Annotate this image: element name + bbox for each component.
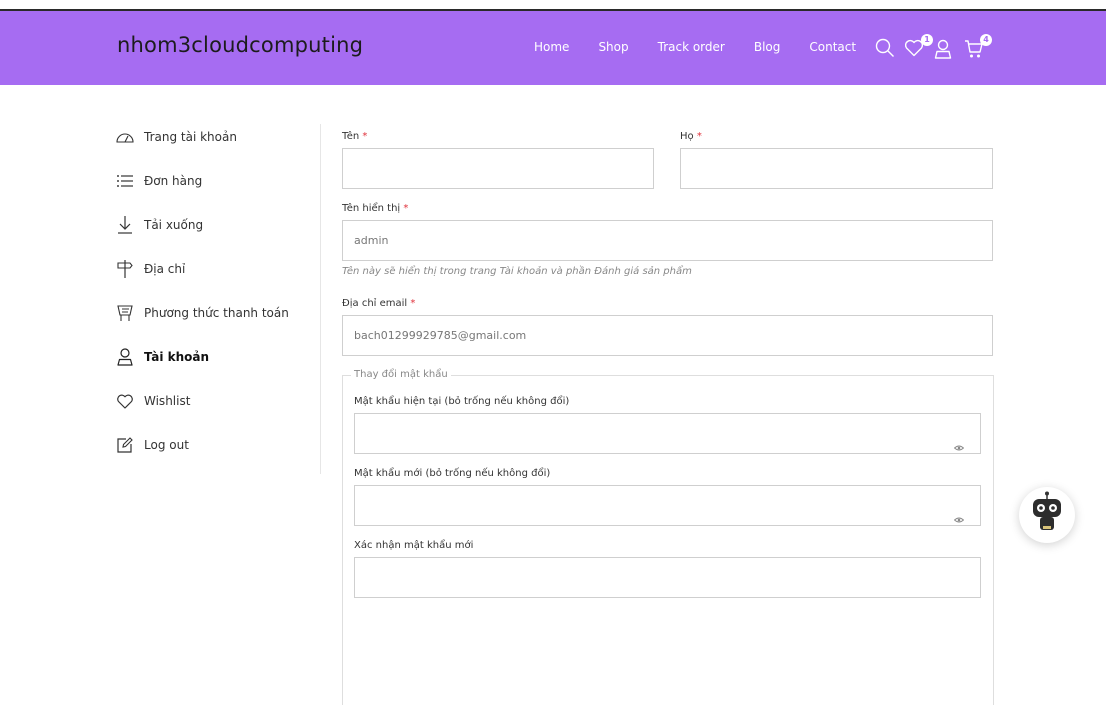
cart-count-badge: 4 (980, 34, 992, 46)
last-name-field[interactable] (680, 148, 993, 189)
current-password-field[interactable] (354, 413, 981, 454)
user-icon[interactable] (934, 39, 952, 63)
eye-icon[interactable] (953, 428, 965, 467)
required-mark: * (410, 298, 416, 309)
sidebar-item-label: Đơn hàng (144, 174, 203, 188)
current-password-label: Mật khẩu hiện tại (bỏ trống nếu không đổ… (354, 396, 570, 407)
display-name-field[interactable]: admin (342, 220, 993, 261)
sidebar-item-label: Trang tài khoản (144, 130, 237, 144)
sidebar-item-payment-methods[interactable]: Phương thức thanh toán (116, 302, 289, 324)
sidebar-item-wishlist[interactable]: Wishlist (116, 390, 190, 412)
dashboard-icon (116, 128, 134, 146)
sidebar-item-account[interactable]: Tài khoản (116, 346, 209, 368)
first-name-field[interactable] (342, 148, 654, 189)
nav-contact[interactable]: Contact (809, 40, 856, 54)
sidebar-item-label: Wishlist (144, 394, 191, 408)
new-password-label: Mật khẩu mới (bỏ trống nếu không đổi) (354, 468, 551, 479)
sidebar-item-orders[interactable]: Đơn hàng (116, 170, 202, 192)
sidebar-item-label: Phương thức thanh toán (144, 306, 289, 320)
signpost-icon (116, 260, 134, 278)
chatbot-launcher-button[interactable] (1019, 487, 1075, 543)
change-password-fieldset: Thay đổi mật khẩu Mật khẩu hiện tại (bỏ … (342, 369, 994, 705)
sidebar-item-downloads[interactable]: Tải xuống (116, 214, 203, 236)
sidebar-item-address[interactable]: Địa chỉ (116, 258, 185, 280)
edit-icon (116, 436, 134, 454)
nav-blog[interactable]: Blog (754, 40, 781, 54)
download-icon (116, 216, 134, 234)
search-icon[interactable] (875, 38, 895, 62)
sidebar-item-label: Log out (144, 438, 189, 452)
main-nav: Home Shop Track order Blog Contact (534, 40, 885, 54)
sidebar-item-logout[interactable]: Log out (116, 434, 189, 456)
robot-icon (1027, 491, 1067, 539)
eye-icon[interactable] (953, 500, 965, 539)
sidebar-item-label: Địa chỉ (144, 262, 186, 276)
sidebar-item-dashboard[interactable]: Trang tài khoản (116, 126, 237, 148)
nav-track-order[interactable]: Track order (658, 40, 725, 54)
nav-home[interactable]: Home (534, 40, 569, 54)
email-label: Địa chỉ email * (342, 298, 416, 309)
nav-shop[interactable]: Shop (598, 40, 628, 54)
account-sidebar: Trang tài khoản Đơn hàng Tải xuống Địa c… (116, 124, 321, 474)
site-header: nhom3cloudcomputing Home Shop Track orde… (0, 11, 1106, 85)
list-icon (116, 172, 134, 190)
required-mark: * (362, 131, 368, 142)
display-name-hint: Tên này sẽ hiển thị trong trang Tài khoả… (342, 266, 692, 277)
confirm-password-field[interactable] (354, 557, 981, 598)
site-logo[interactable]: nhom3cloudcomputing (117, 33, 363, 57)
heart-icon (116, 392, 134, 410)
confirm-password-label: Xác nhận mật khẩu mới (354, 540, 474, 551)
user-icon (116, 348, 134, 366)
new-password-field[interactable] (354, 485, 981, 526)
sidebar-item-label: Tài khoản (144, 350, 210, 364)
first-name-label: Tên * (342, 131, 368, 142)
cart-payment-icon (116, 304, 134, 322)
display-name-label: Tên hiển thị * (342, 203, 409, 214)
last-name-label: Họ * (680, 131, 702, 142)
required-mark: * (696, 131, 702, 142)
sidebar-item-label: Tải xuống (144, 218, 204, 232)
required-mark: * (403, 203, 409, 214)
change-password-legend: Thay đổi mật khẩu (351, 369, 451, 380)
email-field[interactable]: bach01299929785@gmail.com (342, 315, 993, 356)
wishlist-count-badge: 1 (921, 34, 933, 46)
